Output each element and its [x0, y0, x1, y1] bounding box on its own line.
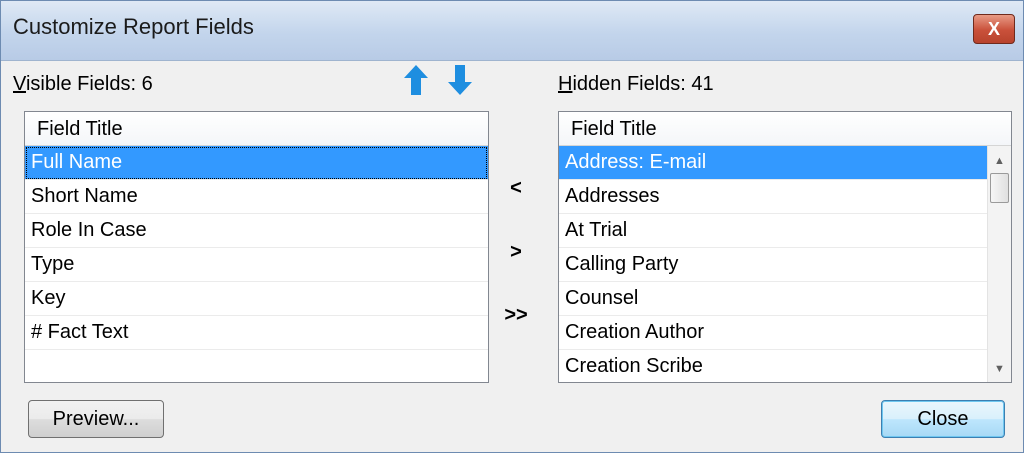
close-button[interactable]: Close: [881, 400, 1005, 438]
hidden-field-item[interactable]: Addresses: [559, 180, 987, 214]
hidden-field-item[interactable]: Creation Author: [559, 316, 987, 350]
visible-field-item[interactable]: Full Name: [25, 146, 488, 180]
window-close-button[interactable]: X: [973, 14, 1015, 44]
scroll-up-icon[interactable]: ▲: [988, 150, 1011, 172]
visible-field-item[interactable]: Short Name: [25, 180, 488, 214]
hidden-field-item[interactable]: Counsel: [559, 282, 987, 316]
preview-button[interactable]: Preview...: [28, 400, 164, 438]
hidden-fields-rows: Address: E-mail Addresses At Trial Calling …: [559, 146, 987, 382]
window-title: Customize Report Fields: [13, 14, 254, 39]
hidden-fields-label-text: idden Fields: 41: [572, 73, 714, 95]
visible-field-title-header[interactable]: Field Title: [25, 112, 488, 146]
move-to-hidden-button[interactable]: >: [496, 241, 536, 264]
visible-field-item[interactable]: Key: [25, 282, 488, 316]
scroll-down-icon[interactable]: ▼: [988, 358, 1011, 380]
close-icon: X: [987, 18, 1000, 39]
visible-fields-label: Visible Fields: 6: [13, 73, 153, 96]
scrollbar-thumb[interactable]: [990, 173, 1009, 203]
move-all-to-hidden-button[interactable]: >>: [496, 304, 536, 327]
arrow-down-icon[interactable]: [447, 64, 473, 96]
hidden-fields-label: Hidden Fields: 41: [558, 73, 714, 96]
visible-field-item[interactable]: # Fact Text: [25, 316, 488, 350]
move-to-visible-button[interactable]: <: [496, 177, 536, 200]
hidden-field-item[interactable]: Calling Party: [559, 248, 987, 282]
customize-report-fields-dialog: Customize Report Fields X Visible Fields…: [0, 0, 1024, 453]
hidden-field-item[interactable]: Address: E-mail: [559, 146, 987, 180]
arrow-up-icon[interactable]: [403, 64, 429, 96]
title-bar[interactable]: Customize Report Fields X: [1, 1, 1023, 61]
visible-fields-access-key: V: [13, 73, 26, 95]
visible-fields-label-text: isible Fields: 6: [25, 73, 153, 95]
visible-fields-rows: Full Name Short Name Role In Case Type Key # …: [25, 146, 488, 350]
hidden-field-title-header[interactable]: Field Title: [559, 112, 1011, 146]
hidden-fields-access-key: H: [558, 73, 573, 95]
visible-field-item[interactable]: Type: [25, 248, 488, 282]
hidden-fields-list[interactable]: Field Title Address: E-mail Addresses At T…: [558, 111, 1012, 383]
hidden-list-scrollbar[interactable]: ▲ ▼: [987, 146, 1011, 382]
hidden-field-item[interactable]: Creation Scribe: [559, 350, 987, 382]
visible-fields-list[interactable]: Field Title Full Name Short Name Role In C…: [24, 111, 489, 383]
hidden-field-item[interactable]: At Trial: [559, 214, 987, 248]
visible-field-item[interactable]: Role In Case: [25, 214, 488, 248]
